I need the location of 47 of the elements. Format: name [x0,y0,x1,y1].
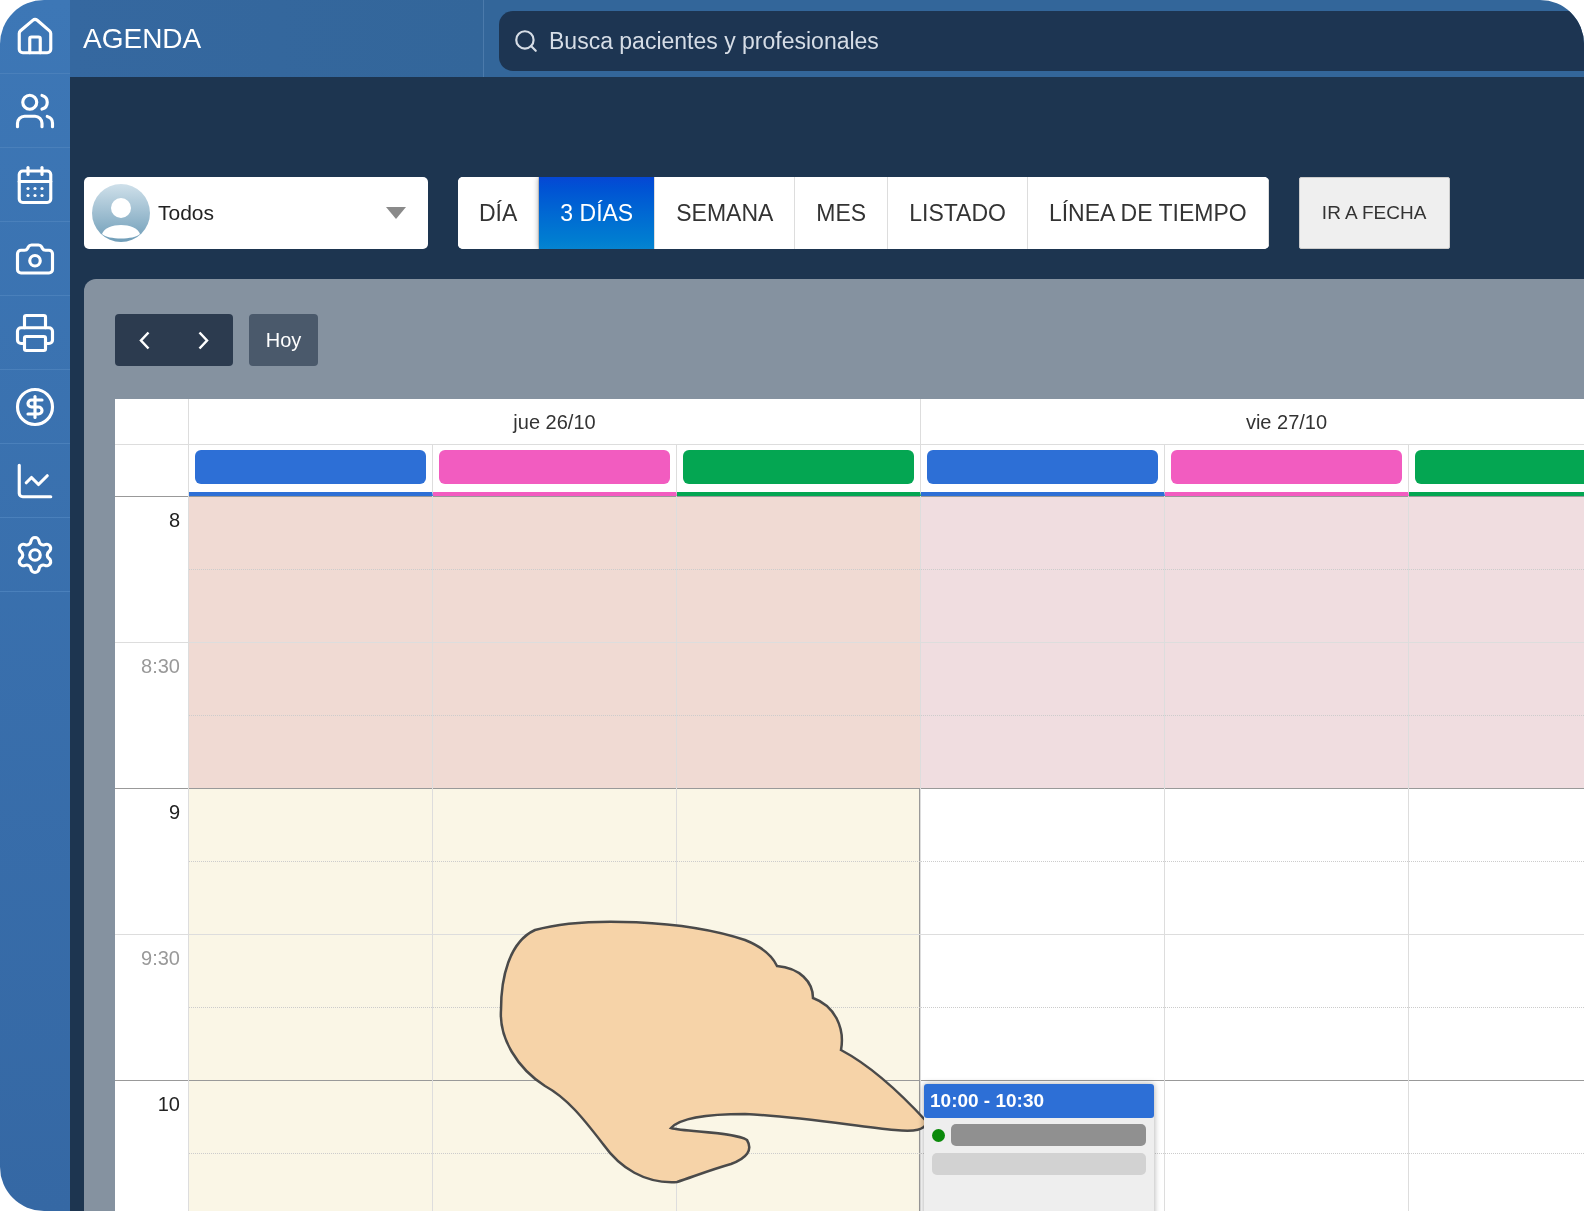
professional-color-bar[interactable] [195,450,426,484]
day-header: jue 26/10 [513,409,596,435]
professional-color-bar[interactable] [1415,450,1584,484]
blocked-time-slot[interactable] [189,569,432,642]
day-header: vie 27/10 [1245,409,1328,435]
blocked-time-slot[interactable] [677,496,920,569]
blocked-time-slot[interactable] [189,496,432,569]
blocked-time-slot[interactable] [921,569,1164,642]
view-tab[interactable]: 3 DÍAS [539,177,656,249]
blocked-time-slot[interactable] [921,715,1164,788]
time-label: 9:30 [141,946,180,967]
go-to-date-button[interactable]: IR A FECHA [1298,177,1450,249]
dollar-icon[interactable] [14,385,56,428]
printer-icon[interactable] [14,311,56,354]
blocked-time-slot[interactable] [921,496,1164,569]
time-label: 8 [168,508,180,529]
view-tab[interactable]: DÍA [458,177,540,249]
blocked-time-slot[interactable] [677,569,920,642]
professional-color-bar[interactable] [927,450,1158,484]
blocked-time-slot[interactable] [1165,715,1408,788]
today-button[interactable]: Hoy [249,314,318,366]
search-field[interactable]: Busca pacientes y profesionales [499,11,1584,71]
blocked-time-slot[interactable] [1409,715,1584,788]
page-title: AGENDA [83,21,202,56]
blocked-time-slot[interactable] [1409,569,1584,642]
professional-select[interactable]: Todos [84,177,428,249]
chevron-right-icon [198,330,209,350]
appointment-card[interactable]: 10:00 - 10:30 [924,1084,1154,1211]
appointment-time: 10:00 - 10:30 [930,1088,1045,1113]
caret-icon [386,207,406,219]
blocked-time-slot[interactable] [433,496,676,569]
blocked-time-slot[interactable] [1409,496,1584,569]
blocked-time-slot[interactable] [1165,569,1408,642]
professional-color-bar[interactable] [683,450,914,484]
avatar-icon [92,184,150,242]
chevron-left-icon [139,330,150,350]
search-icon [513,28,539,54]
time-label: 9 [168,800,180,821]
blocked-time-slot[interactable] [189,715,432,788]
blocked-time-slot[interactable] [677,715,920,788]
blocked-time-slot[interactable] [433,715,676,788]
professional-color-bar[interactable] [439,450,670,484]
blocked-time-slot[interactable] [433,569,676,642]
blocked-time-slot[interactable] [1165,496,1408,569]
time-label: 10 [157,1092,180,1113]
time-label: 8:30 [141,654,180,675]
professional-color-bar[interactable] [1171,450,1402,484]
